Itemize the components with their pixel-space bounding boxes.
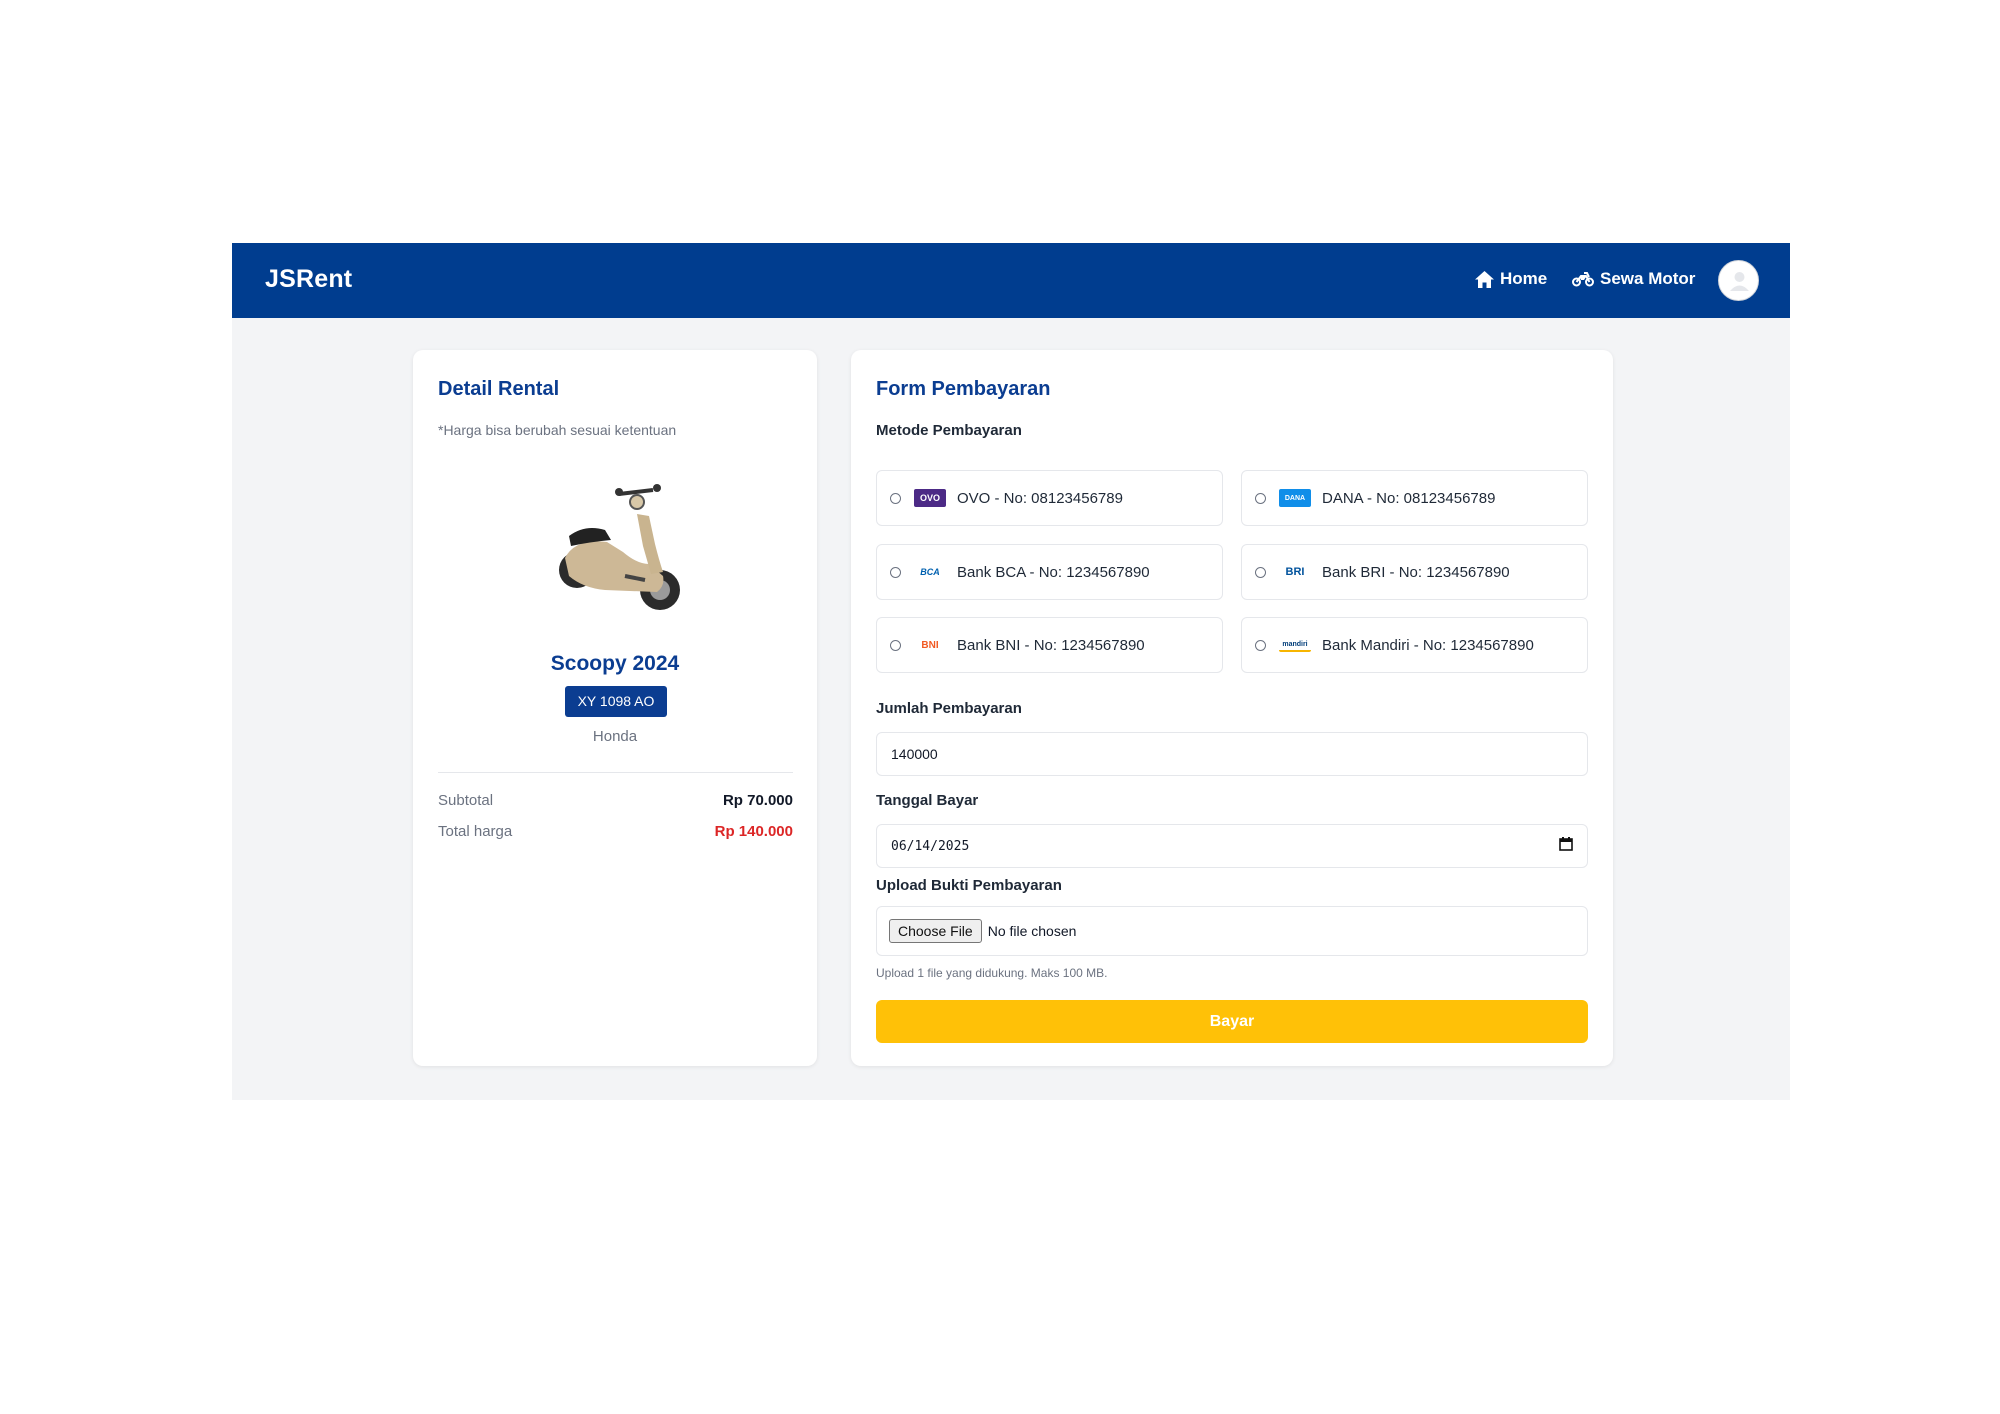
method-label: Metode Pembayaran — [876, 422, 1022, 439]
payment-option-label: OVO - No: 08123456789 — [957, 489, 1123, 507]
amount-label: Jumlah Pembayaran — [876, 700, 1022, 717]
divider — [438, 772, 793, 773]
detail-title: Detail Rental — [438, 378, 560, 400]
radio-bni[interactable] — [890, 639, 901, 651]
motor-brand: Honda — [592, 728, 638, 745]
plate-badge: XY 1098 AO — [565, 686, 667, 717]
nav-sewa-motor[interactable]: Sewa Motor — [1572, 269, 1695, 289]
radio-dana[interactable] — [1255, 492, 1266, 504]
payment-form-card: Form Pembayaran Metode Pembayaran OVO OV… — [851, 350, 1613, 1066]
radio-bca[interactable] — [890, 566, 901, 578]
bca-logo-icon: BCA — [920, 567, 940, 577]
detail-rental-card: Detail Rental *Harga bisa berubah sesuai… — [413, 350, 817, 1066]
total-label: Total harga — [438, 823, 513, 840]
bni-logo-icon: BNI — [921, 639, 939, 651]
navbar: JSRent Home Sewa Motor — [232, 243, 1790, 318]
app-frame: JSRent Home Sewa Motor Detail Rental *Ha… — [232, 243, 1790, 1100]
payment-option-bri[interactable]: BRI Bank BRI - No: 1234567890 — [1241, 544, 1588, 600]
payment-option-label: Bank BNI - No: 1234567890 — [957, 636, 1145, 654]
upload-label: Upload Bukti Pembayaran — [876, 877, 1062, 894]
payment-option-bni[interactable]: BNI Bank BNI - No: 1234567890 — [876, 617, 1223, 673]
nav-home-label: Home — [1500, 269, 1548, 288]
nav-home[interactable]: Home — [1475, 269, 1547, 289]
upload-hint: Upload 1 file yang didukung. Maks 100 MB… — [876, 966, 1108, 980]
total-row: Total harga Rp 140.000 — [438, 823, 793, 840]
payment-option-mandiri[interactable]: mandiri Bank Mandiri - No: 1234567890 — [1241, 617, 1588, 673]
date-input[interactable]: 06/14/2025 — [876, 824, 1588, 868]
choose-file-button[interactable]: Choose File — [889, 919, 982, 943]
payment-option-label: Bank Mandiri - No: 1234567890 — [1322, 636, 1534, 654]
calendar-icon[interactable] — [1559, 837, 1573, 855]
payment-option-dana[interactable]: DANA DANA - No: 08123456789 — [1241, 470, 1588, 526]
amount-input[interactable]: 140000 — [876, 732, 1588, 776]
form-title: Form Pembayaran — [876, 378, 1051, 400]
mandiri-logo-icon: mandiri — [1279, 638, 1311, 652]
radio-ovo[interactable] — [890, 492, 901, 504]
payment-option-ovo[interactable]: OVO OVO - No: 08123456789 — [876, 470, 1223, 526]
radio-mandiri[interactable] — [1255, 639, 1266, 651]
payment-option-label: Bank BRI - No: 1234567890 — [1322, 563, 1510, 581]
motorcycle-icon — [1572, 271, 1594, 287]
file-upload-field: Choose File No file chosen — [876, 906, 1588, 956]
pay-button[interactable]: Bayar — [876, 1000, 1588, 1043]
home-icon — [1475, 270, 1494, 288]
brand-logo[interactable]: JSRent — [265, 265, 352, 294]
total-value: Rp 140.000 — [714, 823, 793, 840]
motor-name: Scoopy 2024 — [550, 652, 680, 675]
payment-option-label: Bank BCA - No: 1234567890 — [957, 563, 1150, 581]
payment-option-bca[interactable]: BCA Bank BCA - No: 1234567890 — [876, 544, 1223, 600]
subtotal-label: Subtotal — [438, 792, 494, 809]
date-label: Tanggal Bayar — [876, 792, 979, 809]
user-avatar-icon[interactable] — [1718, 260, 1759, 301]
price-note: *Harga bisa berubah sesuai ketentuan — [438, 422, 677, 438]
subtotal-value: Rp 70.000 — [722, 792, 793, 809]
radio-bri[interactable] — [1255, 566, 1266, 578]
file-status: No file chosen — [987, 923, 1077, 939]
motorcycle-image — [545, 480, 687, 627]
ovo-logo-icon: OVO — [914, 489, 946, 507]
nav-sewa-label: Sewa Motor — [1600, 269, 1696, 288]
dana-logo-icon: DANA — [1279, 489, 1311, 507]
date-value: 06/14/2025 — [891, 838, 970, 854]
subtotal-row: Subtotal Rp 70.000 — [438, 792, 793, 809]
bri-logo-icon: BRI — [1285, 566, 1305, 578]
payment-option-label: DANA - No: 08123456789 — [1322, 489, 1496, 507]
